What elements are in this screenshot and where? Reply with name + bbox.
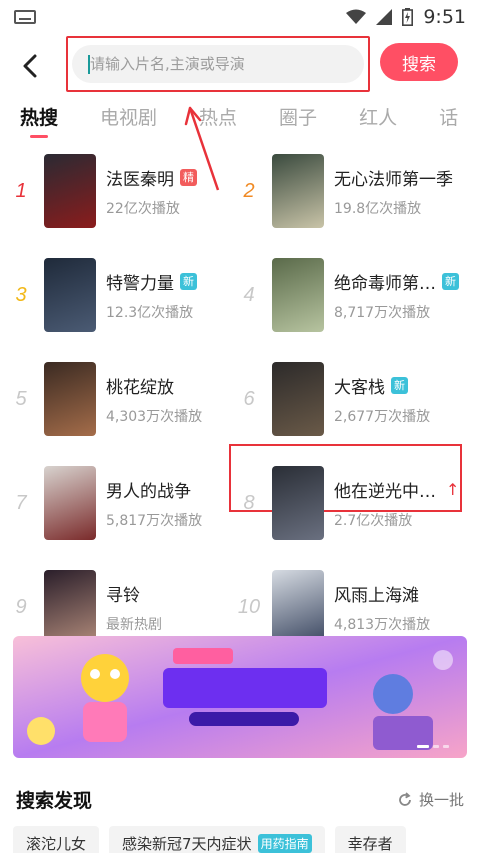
show-title: 无心法师第一季	[334, 169, 453, 190]
rank-number: 9	[15, 595, 27, 618]
banner-artwork	[13, 636, 467, 758]
play-count: 最新热剧	[106, 616, 162, 633]
show-title: 法医秦明	[106, 169, 174, 190]
clock: 9:51	[423, 6, 466, 28]
poster-thumbnail	[44, 258, 96, 332]
poster-thumbnail	[272, 154, 324, 228]
text-caret	[88, 55, 90, 74]
show-title: 寻铃	[106, 585, 140, 606]
poster-thumbnail	[272, 466, 324, 540]
promo-banner[interactable]	[13, 636, 467, 758]
poster-thumbnail	[272, 362, 324, 436]
poster-thumbnail	[44, 154, 96, 228]
discovery-chips: 滚沱儿女 感染新冠7天内症状 用药指南 幸存者	[13, 826, 406, 853]
status-icons: 9:51	[346, 6, 466, 28]
section-title: 搜索发现	[16, 790, 93, 812]
show-title: 桃花绽放	[106, 377, 174, 398]
show-title: 男人的战争	[106, 481, 191, 502]
tab-circles[interactable]: 圈子	[279, 103, 317, 136]
refresh-icon	[399, 791, 411, 806]
status-bar: 9:51	[0, 0, 480, 34]
category-tabs: 热搜 电视剧 热点 圈子 红人 话	[0, 98, 480, 140]
search-button[interactable]: 搜索	[380, 43, 458, 81]
list-item[interactable]: 3 特警力量新 12.3亿次播放	[8, 250, 238, 340]
featured-badge: 精	[180, 168, 197, 186]
poster-thumbnail	[44, 362, 96, 436]
show-title: 特警力量	[106, 273, 174, 294]
list-item[interactable]: 4 绝命毒师第… 新 8,717万次播放	[236, 250, 466, 340]
rank-number: 7	[15, 491, 27, 514]
wifi-icon	[346, 9, 367, 24]
rank-number: 3	[15, 283, 27, 306]
poster-thumbnail	[44, 466, 96, 540]
rank-number: 5	[15, 387, 27, 410]
rank-number: 8	[243, 491, 255, 514]
play-count: 8,717万次播放	[334, 304, 431, 321]
tab-influencers[interactable]: 红人	[359, 103, 397, 136]
play-count: 19.8亿次播放	[334, 200, 422, 217]
rank-number: 2	[243, 179, 255, 202]
new-badge: 新	[391, 376, 408, 394]
banner-pager	[417, 745, 449, 748]
discovery-chip[interactable]: 幸存者	[334, 826, 406, 853]
show-title: 大客栈	[334, 377, 385, 398]
show-title: 他在逆光中…	[334, 481, 436, 502]
discovery-chip[interactable]: 滚沱儿女	[13, 826, 100, 853]
poster-thumbnail	[272, 570, 324, 644]
list-item[interactable]: 7 男人的战争 5,817万次播放	[8, 458, 238, 548]
search-field-highlight	[66, 36, 370, 92]
chip-label: 滚沱儿女	[26, 834, 87, 853]
back-button[interactable]	[16, 46, 44, 86]
list-item[interactable]: 1 法医秦明精 22亿次播放	[8, 146, 238, 236]
play-count: 2,677万次播放	[334, 408, 431, 425]
back-arrow-icon	[23, 54, 37, 78]
list-item[interactable]: 5 桃花绽放 4,303万次播放	[8, 354, 238, 444]
new-badge: 新	[180, 272, 197, 290]
rank-number: 10	[237, 595, 261, 618]
search-discovery-header: 搜索发现 换一批	[16, 786, 464, 813]
search-header: 搜索	[0, 34, 480, 98]
rank-number: 4	[243, 283, 255, 306]
search-input[interactable]	[72, 45, 364, 83]
play-count: 4,303万次播放	[106, 408, 203, 425]
tab-tv-series[interactable]: 电视剧	[100, 103, 157, 136]
poster-thumbnail	[44, 570, 96, 644]
tab-topics[interactable]: 话	[439, 103, 458, 136]
play-count: 2.7亿次播放	[334, 512, 413, 529]
refresh-label: 换一批	[418, 791, 464, 809]
play-count: 22亿次播放	[106, 200, 180, 217]
list-item[interactable]: 6 大客栈新 2,677万次播放	[236, 354, 466, 444]
show-title: 绝命毒师第…	[334, 273, 436, 294]
chip-label: 感染新冠7天内症状	[122, 834, 252, 853]
trend-up-icon: ↑	[446, 479, 460, 499]
show-title: 风雨上海滩	[334, 585, 419, 606]
refresh-button[interactable]: 换一批	[397, 789, 464, 810]
signal-icon	[376, 9, 393, 25]
rank-number: 6	[243, 387, 255, 410]
play-count: 12.3亿次播放	[106, 304, 194, 321]
poster-thumbnail	[272, 258, 324, 332]
chip-label: 幸存者	[347, 834, 393, 853]
list-item[interactable]: 8 他在逆光中… ↑ 2.7亿次播放	[236, 458, 466, 548]
play-count: 4,813万次播放	[334, 616, 431, 633]
rank-number: 1	[15, 179, 27, 202]
new-badge: 新	[442, 272, 459, 290]
list-item[interactable]: 2 无心法师第一季 19.8亿次播放	[236, 146, 466, 236]
discovery-chip[interactable]: 感染新冠7天内症状 用药指南	[109, 826, 325, 853]
chip-tag: 用药指南	[257, 833, 312, 853]
battery-icon	[402, 8, 414, 26]
keyboard-icon	[14, 10, 36, 24]
tab-hot-search[interactable]: 热搜	[20, 103, 58, 138]
play-count: 5,817万次播放	[106, 512, 203, 529]
